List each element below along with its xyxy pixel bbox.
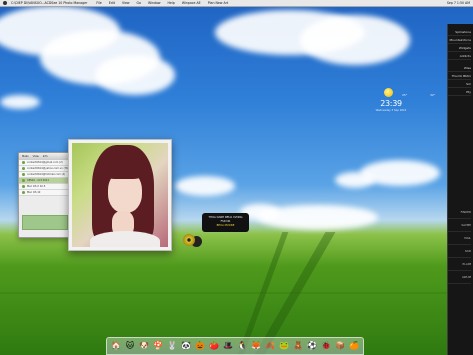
mail-account-label: contact0614@hotmail.com (4) <box>27 173 66 176</box>
weather-widget[interactable]: 25° 32° 23:39 Wednesday 3 Sep 2010 <box>372 86 442 118</box>
sidebar-item[interactable]: PLAIM <box>448 258 471 271</box>
sidebar-item[interactable]: Mountainforce <box>448 36 471 44</box>
dock-cat-icon[interactable]: 🐱 <box>125 341 135 351</box>
sidebar-item[interactable]: Splinstone <box>448 28 471 36</box>
status-dot-icon <box>22 161 25 164</box>
sun-icon <box>384 88 393 97</box>
menu-window[interactable]: Window <box>148 1 161 5</box>
dock-frog-icon[interactable]: 🐸 <box>279 341 289 351</box>
status-dot-icon <box>22 185 25 188</box>
sidebar-item[interactable]: Pty <box>448 88 471 96</box>
portrait-photo <box>72 143 168 247</box>
dock-box-icon[interactable]: 📦 <box>335 341 345 351</box>
dock-dog-icon[interactable]: 🐶 <box>139 341 149 351</box>
menu-bar: C:\DIEP DI\VANSUO...ACDSee 10 Photo Mana… <box>0 0 473 7</box>
sidebar-item[interactable]: FINDER <box>448 206 471 219</box>
dock-panda-icon[interactable]: 🐼 <box>181 341 191 351</box>
dock-rabbit-icon[interactable]: 🐰 <box>167 341 177 351</box>
sidebar-item[interactable]: AWUM <box>448 271 471 284</box>
status-dot-icon <box>22 167 25 170</box>
menu-edit[interactable]: Edit <box>109 1 115 5</box>
status-dot-icon <box>22 173 25 176</box>
tooltip-line: BEUA MUONE <box>216 224 235 227</box>
dock-tomato-icon[interactable]: 🍅 <box>209 341 219 351</box>
music-player-widget[interactable] <box>181 232 205 250</box>
dock-mushroom-icon[interactable]: 🍄 <box>153 341 163 351</box>
menu-view[interactable]: View <box>122 1 130 5</box>
dock-teddy-icon[interactable]: 🧸 <box>293 341 303 351</box>
status-dot-icon <box>22 179 25 182</box>
sidebar-mid-group: Wise Thumb Bbtni Sm Pty <box>448 64 473 96</box>
mail-account-label: Mac OS X 10.5 <box>27 185 46 188</box>
mail-account-label: Mac OS 10 <box>27 191 41 194</box>
sidebar-item[interactable]: Sm <box>448 80 471 88</box>
menu-help[interactable]: Help <box>168 1 175 5</box>
sidebar-item[interactable]: SDD <box>448 245 471 258</box>
sidebar-item[interactable]: Addictv <box>448 52 471 60</box>
temp-high: 32° <box>430 93 436 97</box>
cloud <box>175 176 235 196</box>
now-playing-tooltip: THOA DANH BEUA XVONG FSD DR BEUA MUONE <box>202 213 249 232</box>
cloud <box>300 15 410 65</box>
sidebar-item[interactable]: MAIL <box>448 232 471 245</box>
menubar-clock[interactable]: Sep 7 1:50 AM <box>447 1 470 5</box>
clock-time: 23:39 <box>380 99 402 108</box>
menu-plan-new-art[interactable]: Plan New Art <box>208 1 229 5</box>
dock-home-icon[interactable]: 🏠 <box>111 341 121 351</box>
dock-orange-icon[interactable]: 🍊 <box>349 341 359 351</box>
dock: 🏠 🐱 🐶 🍄 🐰 🐼 🎃 🍅 🎩 🐧 🦊 🍂 🐸 🧸 ⚽ 🐞 📦 🍊 <box>106 337 364 355</box>
mail-tab-info[interactable]: Info <box>43 155 48 158</box>
sidebar-item[interactable]: Widgets <box>448 44 471 52</box>
menu-go[interactable]: Go <box>137 1 141 5</box>
mail-account-label: contact0614@gmail.com (2) <box>27 161 63 164</box>
cd-icon[interactable] <box>183 234 195 246</box>
cloud <box>335 172 375 188</box>
dock-pumpkin-icon[interactable]: 🎃 <box>195 341 205 351</box>
sidebar-top-group: Splinstone Mountainforce Widgets Addictv <box>448 28 473 60</box>
photo-frame-widget[interactable] <box>68 139 172 251</box>
cloud <box>95 55 175 95</box>
sidebar-item[interactable]: SAVME <box>448 219 471 232</box>
dock-ladybug-icon[interactable]: 🐞 <box>321 341 331 351</box>
sidebar-low-group: FINDER SAVME MAIL SDD PLAIM AWUM <box>448 206 473 284</box>
menu-file[interactable]: File <box>96 1 101 5</box>
window-title: C:\DIEP DI\VANSUO...ACDSee 10 Photo Mana… <box>11 1 88 5</box>
right-sidebar: Splinstone Mountainforce Widgets Addictv… <box>447 24 473 355</box>
dock-hat-icon[interactable]: 🎩 <box>223 341 233 351</box>
mail-tab-mails[interactable]: Mails <box>22 155 29 158</box>
mail-preview-panel <box>22 215 68 230</box>
temp-low: 25° <box>402 93 408 97</box>
dock-penguin-icon[interactable]: 🐧 <box>237 341 247 351</box>
mail-toolbar: Mails View Info <box>19 153 71 160</box>
dock-leaf-icon[interactable]: 🍂 <box>265 341 275 351</box>
menu-winpace[interactable]: Winpace AE <box>182 1 201 5</box>
mail-account-row[interactable]: Mac OS 10 <box>19 190 71 196</box>
sidebar-item[interactable]: Thumb Bbtni <box>448 72 471 80</box>
dock-ball-icon[interactable]: ⚽ <box>307 341 317 351</box>
cloud <box>0 95 40 109</box>
status-dot-icon <box>22 191 25 194</box>
mail-tab-view[interactable]: View <box>33 155 39 158</box>
mail-account-label: XPS10 - Oct 2011 <box>27 179 49 182</box>
mail-window[interactable]: Mails View Info contact0614@gmail.com (2… <box>18 152 72 238</box>
mail-account-label: contact0614@yahoo.com.vn (768) <box>27 167 71 170</box>
sidebar-item[interactable]: Wise <box>448 64 471 72</box>
clock-date: Wednesday 3 Sep 2010 <box>375 109 407 112</box>
dock-fox-icon[interactable]: 🦊 <box>251 341 261 351</box>
apple-menu-icon[interactable] <box>3 1 7 5</box>
